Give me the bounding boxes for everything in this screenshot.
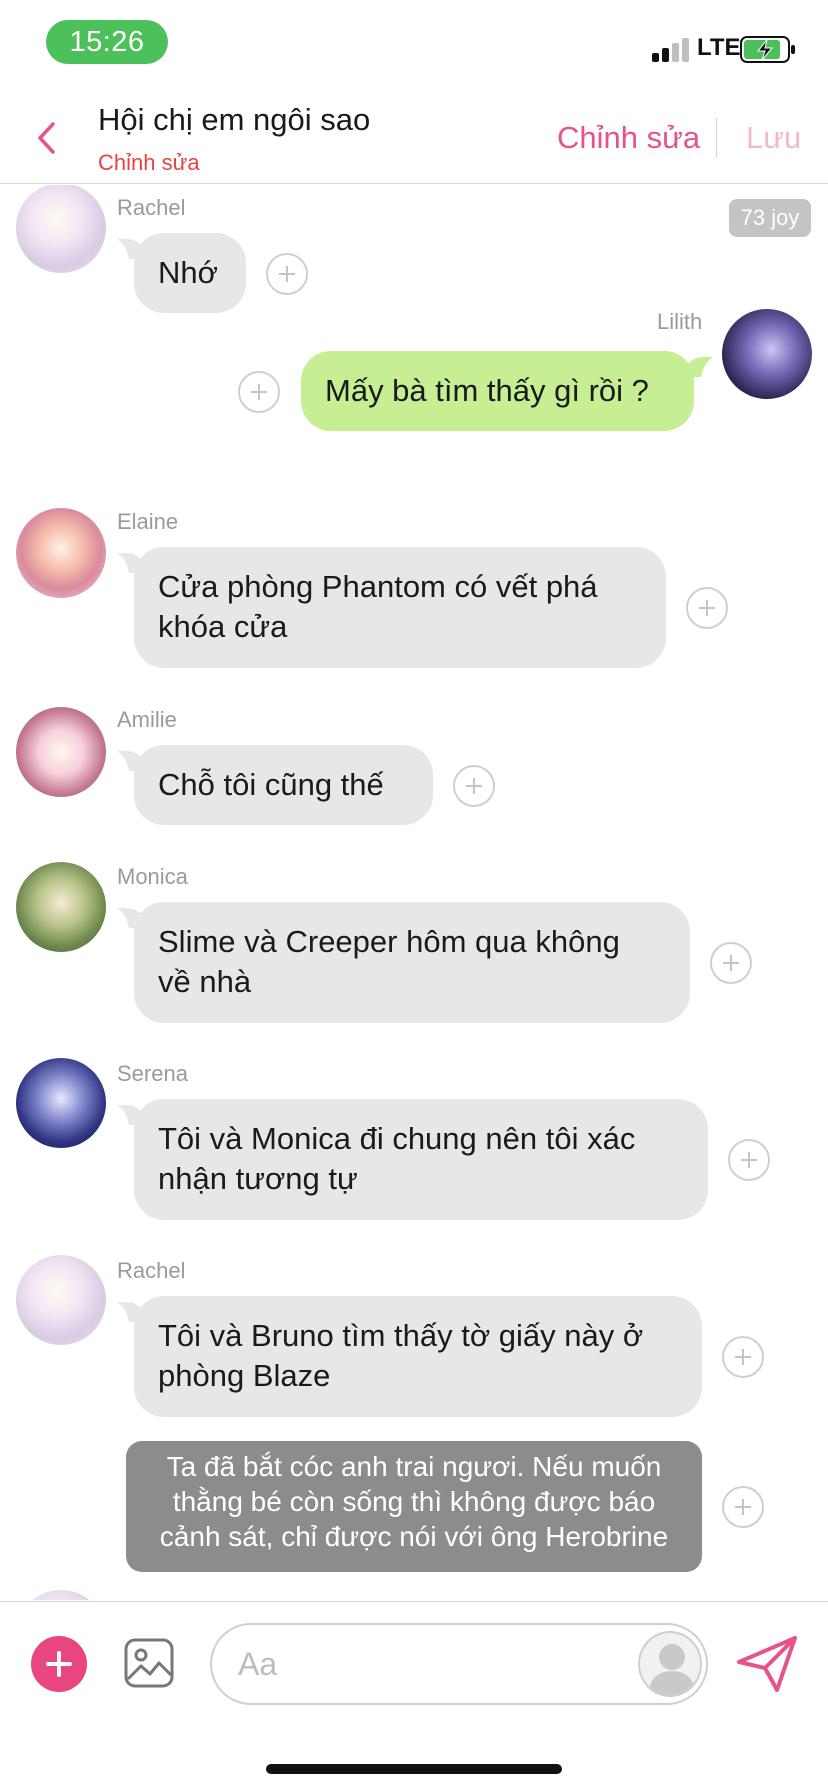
message-input-bar <box>0 1601 828 1721</box>
add-button[interactable] <box>31 1636 87 1692</box>
message-text: Chỗ tôi cũng thế <box>158 767 384 802</box>
message-text-line: về nhà <box>158 964 252 999</box>
network-type: LTE <box>697 34 741 61</box>
avatar-rachel[interactable] <box>16 185 106 273</box>
edit-button[interactable]: Chỉnh sửa <box>557 120 700 156</box>
send-icon[interactable] <box>735 1634 799 1694</box>
avatar-rachel[interactable] <box>16 1255 106 1345</box>
avatar-elaine[interactable] <box>16 508 106 598</box>
message-text-line: khóa cửa <box>158 609 288 644</box>
avatar-lilith[interactable] <box>722 309 812 399</box>
chevron-left-icon <box>38 122 55 154</box>
react-button[interactable] <box>722 1336 764 1378</box>
chat-subtitle-edit[interactable]: Chỉnh sửa <box>98 150 200 176</box>
message-text-line: Tôi và Bruno tìm thấy tờ giấy này ở <box>158 1318 644 1353</box>
note-text-line: cảnh sát, chỉ được nói với ông Herobrine <box>159 1521 669 1552</box>
save-button[interactable]: Lưu <box>746 120 801 156</box>
plus-icon <box>735 1349 751 1365</box>
react-button[interactable] <box>710 942 752 984</box>
image-icon[interactable] <box>123 1637 175 1689</box>
message-text: Nhớ <box>158 255 218 290</box>
status-bar: 15:26 LTE <box>0 0 828 90</box>
joy-badge: 73 joy <box>729 199 811 237</box>
message-text-line: Tôi và Monica đi chung nên tôi xác <box>158 1121 636 1156</box>
signal-strength-icon <box>652 38 692 62</box>
sender-name: Rachel <box>117 1258 186 1283</box>
message-input[interactable] <box>238 1643 578 1685</box>
chat-title: Hội chị em ngôi sao <box>98 102 371 137</box>
plus-icon <box>741 1152 757 1168</box>
message-bubble[interactable]: Cửa phòng Phantom có vết phá khóa cửa <box>134 547 666 668</box>
message-text: Mấy bà tìm thấy gì rồi ? <box>325 373 649 408</box>
plus-icon <box>699 600 715 616</box>
sender-name: Elaine <box>117 509 179 534</box>
note-text-line: Ta đã bắt cóc anh trai ngươi. Nếu muốn <box>166 1451 662 1482</box>
message-text-line: nhận tương tự <box>158 1161 358 1196</box>
avatar-rachel[interactable] <box>16 1590 106 1600</box>
message-text-line: Cửa phòng Phantom có vết phá <box>158 569 598 604</box>
plus-icon <box>279 266 295 282</box>
home-indicator <box>266 1764 562 1774</box>
plus-icon <box>466 778 482 794</box>
react-button[interactable] <box>722 1486 764 1528</box>
react-button[interactable] <box>728 1139 770 1181</box>
sender-name: Monica <box>117 864 188 889</box>
avatar-monica[interactable] <box>16 862 106 952</box>
message-bubble[interactable]: Tôi và Monica đi chung nên tôi xác nhận … <box>134 1099 708 1220</box>
message-input-field[interactable] <box>210 1623 708 1705</box>
message-bubble[interactable]: Nhớ <box>134 233 246 313</box>
note-text-line: thằng bé còn sống thì không được báo <box>172 1486 656 1517</box>
chat-header: Hội chị em ngôi sao Chỉnh sửa Chỉnh sửa … <box>0 92 828 184</box>
back-button[interactable] <box>26 116 66 160</box>
react-button[interactable] <box>238 371 280 413</box>
speaker-avatar[interactable] <box>638 1631 702 1697</box>
message-bubble[interactable]: Slime và Creeper hôm qua không về nhà <box>134 902 690 1023</box>
plus-icon <box>46 1651 72 1677</box>
sender-name: Serena <box>117 1061 188 1086</box>
sender-name: Lilith <box>657 309 703 334</box>
message-text-line: Slime và Creeper hôm qua không <box>158 924 620 959</box>
status-time: 15:26 <box>46 20 168 64</box>
react-button[interactable] <box>453 765 495 807</box>
chat-message-list[interactable]: Rachel Nhớ 73 joy Lilith Mấy bà tìm thấy… <box>0 185 828 1600</box>
message-bubble[interactable]: Mấy bà tìm thấy gì rồi ? <box>301 351 694 431</box>
user-silhouette-icon <box>648 1644 696 1695</box>
avatar-serena[interactable] <box>16 1058 106 1148</box>
message-text-line: phòng Blaze <box>158 1358 331 1393</box>
battery-charging-icon <box>740 36 795 63</box>
plus-icon <box>723 955 739 971</box>
message-bubble[interactable]: Tôi và Bruno tìm thấy tờ giấy này ở phòn… <box>134 1296 702 1417</box>
react-button[interactable] <box>686 587 728 629</box>
note-message[interactable]: Ta đã bắt cóc anh trai ngươi. Nếu muốn t… <box>126 1441 702 1572</box>
plus-icon <box>735 1499 751 1515</box>
plus-icon <box>251 384 267 400</box>
header-divider <box>716 118 717 158</box>
avatar-amilie[interactable] <box>16 707 106 797</box>
react-button[interactable] <box>266 253 308 295</box>
sender-name: Rachel <box>117 195 186 220</box>
message-bubble[interactable]: Chỗ tôi cũng thế <box>134 745 433 825</box>
sender-name: Amilie <box>117 707 177 732</box>
